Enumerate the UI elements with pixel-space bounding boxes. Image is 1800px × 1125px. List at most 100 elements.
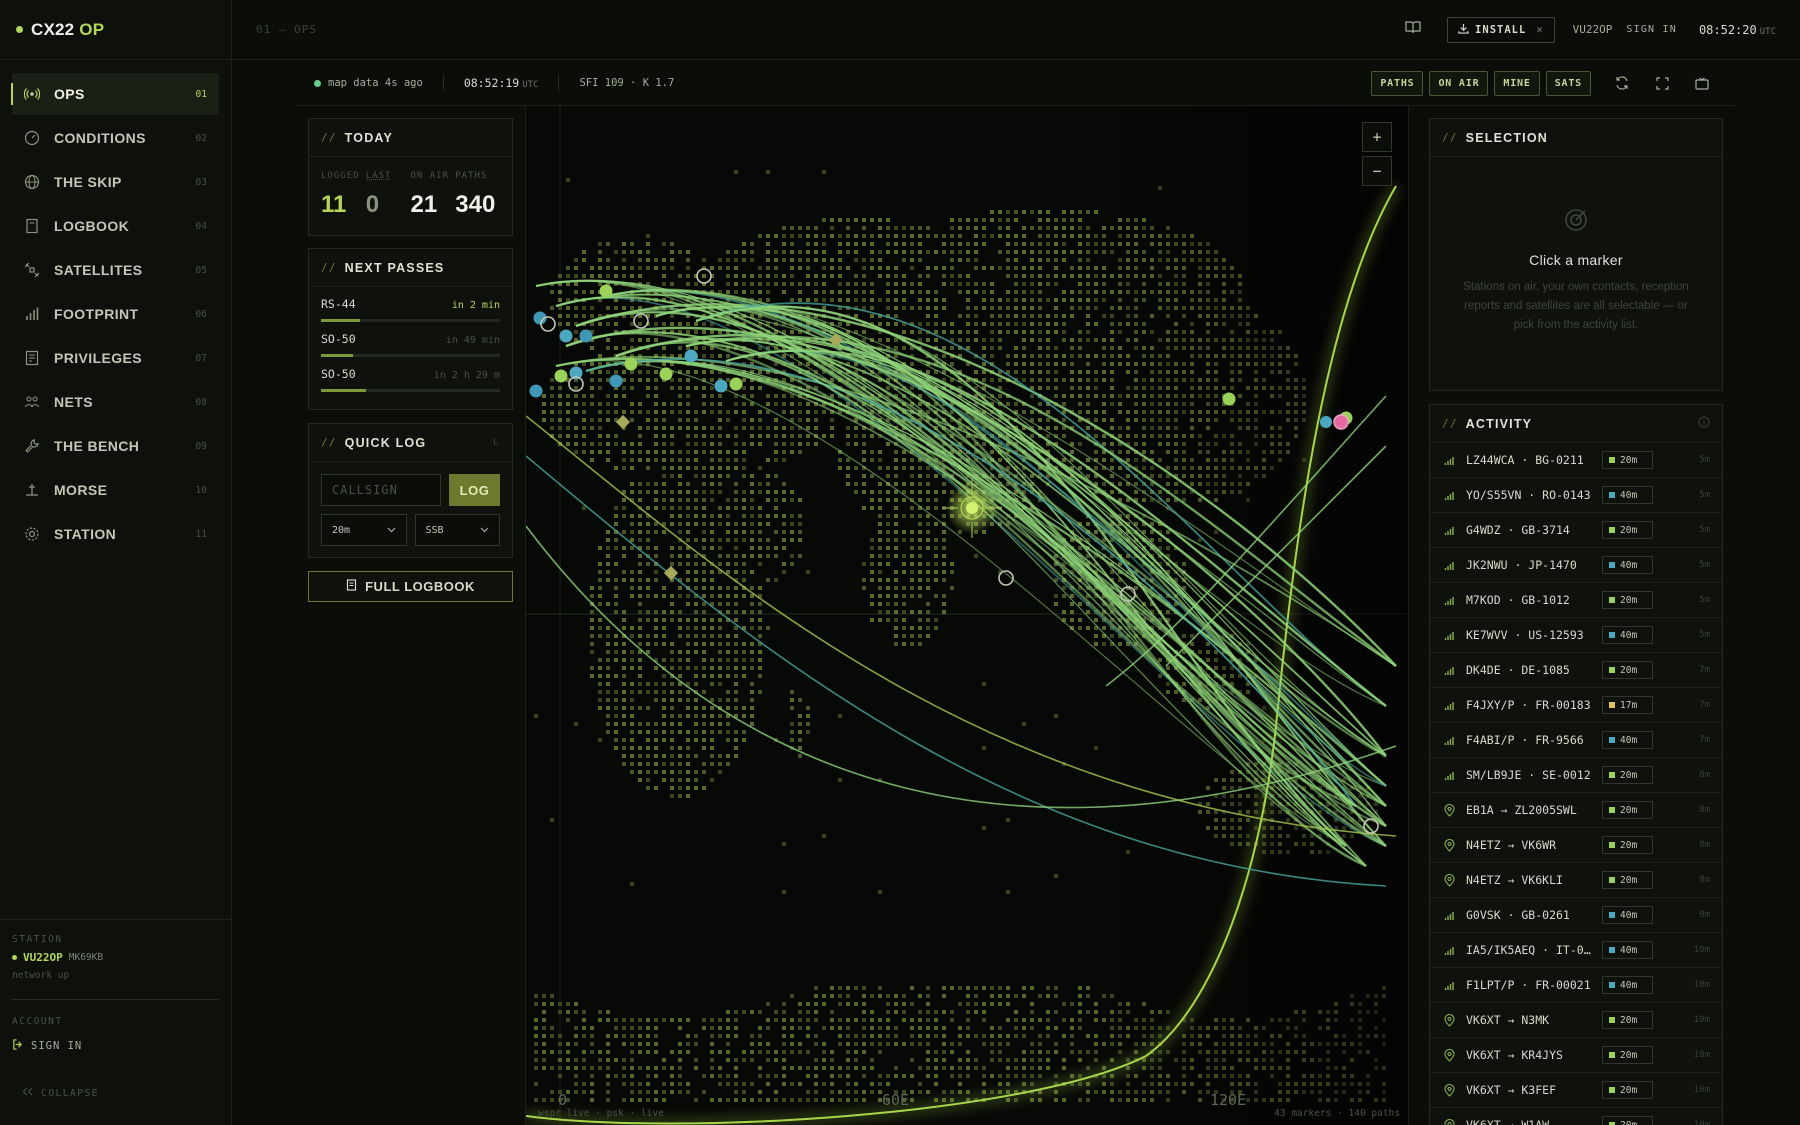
collapse-sidebar-button[interactable]: COLLAPSE	[12, 1087, 219, 1099]
nav-item-morse[interactable]: MORSE 10	[12, 469, 219, 511]
toggle-paths-chip[interactable]: PATHS	[1371, 70, 1424, 96]
activity-row[interactable]: F4JXY/P · FR-00183 17m 7m	[1430, 688, 1722, 723]
pass-row[interactable]: RS-44 in 2 min	[309, 287, 512, 322]
divider	[558, 75, 560, 91]
station-info[interactable]: VU22OP MK69KB	[12, 951, 219, 964]
sidebar-sign-in-button[interactable]: SIGN IN	[12, 1039, 219, 1053]
download-icon	[1458, 23, 1469, 37]
nav-item-station[interactable]: STATION 11	[12, 513, 219, 555]
nav-item-the-skip[interactable]: THE SKIP 03	[12, 161, 219, 203]
activity-row[interactable]: JK2NWU · JP-1470 40m 5m	[1430, 548, 1722, 583]
contact-marker[interactable]	[540, 316, 556, 332]
activity-text: N4ETZ → VK6WR	[1466, 838, 1557, 852]
brand[interactable]: CX22 OP	[0, 0, 231, 60]
nav-item-nets[interactable]: NETS 08	[12, 381, 219, 423]
station-marker[interactable]	[609, 374, 623, 388]
selected-station-marker[interactable]	[1333, 414, 1349, 430]
nav-item-logbook[interactable]: LOGBOOK 04	[12, 205, 219, 247]
activity-age: 8m	[1699, 875, 1710, 885]
station-marker[interactable]	[529, 384, 543, 398]
nav-label: STATION	[54, 526, 117, 542]
activity-row[interactable]: SM/LB9JE · SE-0012 20m 8m	[1430, 758, 1722, 793]
station-marker[interactable]	[684, 349, 698, 363]
band-badge: 20m	[1602, 801, 1653, 819]
tv-mode-icon[interactable]	[1687, 71, 1717, 95]
activity-text: F4JXY/P · FR-00183	[1466, 698, 1591, 712]
station-marker[interactable]	[599, 284, 613, 298]
nav-item-privileges[interactable]: PRIVILEGES 07	[12, 337, 219, 379]
docs-button[interactable]	[1403, 20, 1423, 40]
map-canvas[interactable]	[526, 106, 1409, 1125]
activity-row[interactable]: VK6XT → K3FEF 20m 10m	[1430, 1073, 1722, 1108]
station-marker[interactable]	[1222, 392, 1236, 406]
activity-row[interactable]: DK4DE · DE-1085 20m 7m	[1430, 653, 1722, 688]
activity-age: 7m	[1699, 735, 1710, 745]
activity-row[interactable]: G4WDZ · GB-3714 20m 5m	[1430, 513, 1722, 548]
world-map[interactable]: + − 0 60E 120E wspr live · psk · live 43…	[525, 106, 1409, 1125]
station-marker[interactable]	[714, 379, 728, 393]
band-select[interactable]: 20m	[321, 514, 407, 546]
refresh-icon[interactable]	[1607, 71, 1637, 95]
band-color-swatch	[1609, 457, 1615, 463]
station-marker[interactable]	[729, 377, 743, 391]
activity-row[interactable]: VK6XT → W1AW 20m 10m	[1430, 1108, 1722, 1125]
station-marker[interactable]	[659, 367, 673, 381]
band-label: 40m	[1620, 559, 1638, 571]
activity-row[interactable]: N4ETZ → VK6KLI 20m 8m	[1430, 863, 1722, 898]
top-callsign[interactable]: VU22OP	[1573, 23, 1613, 36]
nav-number: 11	[195, 528, 207, 540]
next-passes-header: //NEXT PASSES	[309, 249, 512, 287]
dismiss-install-icon[interactable]: ×	[1536, 24, 1543, 36]
station-marker[interactable]	[554, 369, 568, 383]
zoom-in-button[interactable]: +	[1362, 122, 1392, 152]
toggle-sats-chip[interactable]: SATS	[1545, 70, 1591, 96]
fullscreen-icon[interactable]	[1647, 71, 1677, 95]
activity-row[interactable]: KE7WVV · US-12593 40m 5m	[1430, 618, 1722, 653]
activity-age: 10m	[1693, 1015, 1710, 1025]
nav-item-satellites[interactable]: SATELLITES 05	[12, 249, 219, 291]
toggle-on-air-chip[interactable]: ON AIR	[1429, 70, 1489, 96]
activity-row[interactable]: M7KOD · GB-1012 20m 5m	[1430, 583, 1722, 618]
log-button[interactable]: LOG	[449, 474, 500, 506]
divider	[442, 75, 444, 91]
quick-log-shortcut: L	[492, 437, 500, 448]
activity-row[interactable]: YO/S55VN · RO-0143 40m 5m	[1430, 478, 1722, 513]
pass-row[interactable]: SO-50 in 2 h 29 m	[309, 357, 512, 392]
band-label: 40m	[1620, 909, 1638, 921]
activity-row[interactable]: F4ABI/P · FR-9566 40m 7m	[1430, 723, 1722, 758]
activity-row[interactable]: IA5/IK5AEQ · IT-0044 40m 10m	[1430, 933, 1722, 968]
callsign-input[interactable]	[321, 474, 441, 506]
pass-row[interactable]: SO-50 in 49 min	[309, 322, 512, 357]
activity-row[interactable]: F1LPT/P · FR-00021 40m 10m	[1430, 968, 1722, 1003]
mode-select[interactable]: SSB	[414, 514, 500, 546]
activity-row[interactable]: EB1A → ZL2005SWL 20m 8m	[1430, 793, 1722, 828]
stat-value: 11	[321, 191, 347, 218]
main-nav: OPS 01 CONDITIONS 02 THE SKIP 03 LOGBOOK…	[11, 73, 219, 557]
activity-text: VK6XT → N3MK	[1466, 1013, 1550, 1027]
activity-row[interactable]: LZ44WCA · BG-0211 20m 5m	[1430, 443, 1722, 478]
full-logbook-button[interactable]: FULL LOGBOOK	[308, 571, 513, 602]
nav-item-the-bench[interactable]: THE BENCH 09	[12, 425, 219, 467]
station-marker[interactable]	[624, 357, 638, 371]
nav-item-footprint[interactable]: FOOTPRINT 06	[12, 293, 219, 335]
zoom-out-button[interactable]: −	[1362, 156, 1392, 186]
activity-row[interactable]: N4ETZ → VK6WR 20m 8m	[1430, 828, 1722, 863]
toggle-mine-chip[interactable]: MINE	[1494, 70, 1540, 96]
satellite-marker[interactable]	[615, 414, 631, 430]
activity-row[interactable]: VK6XT → KR4JYS 20m 10m	[1430, 1038, 1722, 1073]
utc-clock: 08:52:20 UTC	[1698, 22, 1776, 37]
signal-bars-icon	[1442, 488, 1456, 502]
nav-number: 08	[195, 396, 207, 408]
activity-row[interactable]: G0VSK · GB-0261 40m 9m	[1430, 898, 1722, 933]
info-icon[interactable]	[1698, 416, 1710, 431]
station-marker[interactable]	[579, 329, 593, 343]
station-marker[interactable]	[559, 329, 573, 343]
nav-item-conditions[interactable]: CONDITIONS 02	[12, 117, 219, 159]
activity-row[interactable]: VK6XT → N3MK 20m 10m	[1430, 1003, 1722, 1038]
install-button[interactable]: INSTALL ×	[1447, 16, 1555, 43]
band-color-swatch	[1609, 982, 1615, 988]
station-marker[interactable]	[1320, 416, 1332, 428]
pass-progress-fill	[321, 354, 354, 357]
top-sign-in-link[interactable]: SIGN IN	[1626, 24, 1677, 35]
nav-item-ops[interactable]: OPS 01	[11, 73, 219, 115]
